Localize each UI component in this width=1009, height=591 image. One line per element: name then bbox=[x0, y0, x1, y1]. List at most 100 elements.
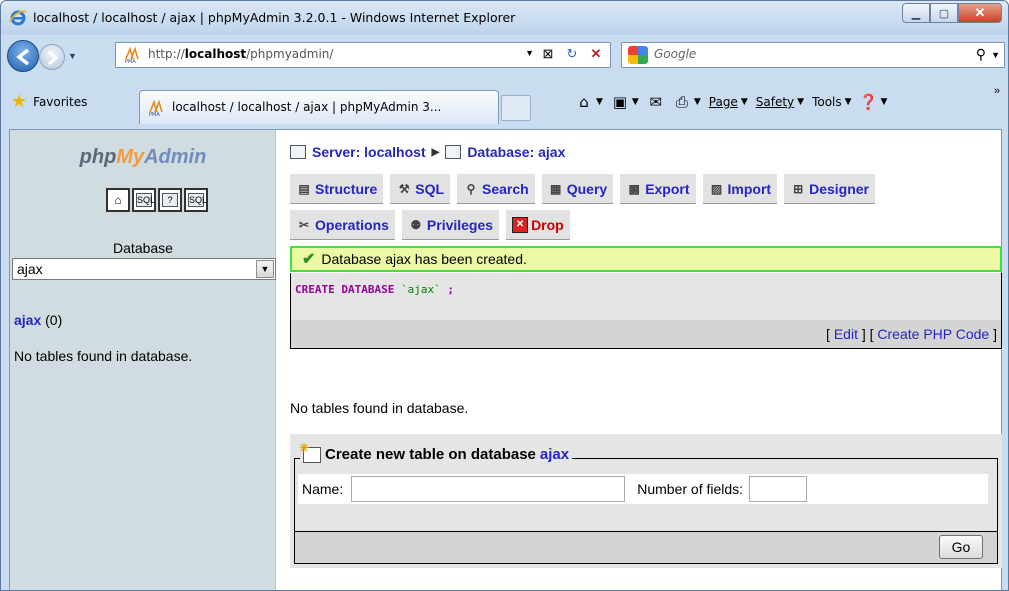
database-link[interactable]: ajax bbox=[14, 312, 41, 328]
back-button[interactable] bbox=[7, 40, 39, 72]
tabs-row-2: ✂ Operations ⚉ Privileges ✕ Drop bbox=[290, 210, 570, 240]
browser-tab[interactable]: PMA localhost / localhost / ajax | phpMy… bbox=[139, 90, 499, 124]
number-of-fields-input[interactable] bbox=[749, 476, 808, 502]
tab-title: localhost / localhost / ajax | phpMyAdmi… bbox=[172, 100, 442, 114]
tools-menu[interactable]: Tools ▼ bbox=[812, 95, 851, 109]
help-icon: ❓ bbox=[859, 93, 878, 111]
minimize-icon: ▁ bbox=[911, 7, 921, 20]
svg-text:PMA: PMA bbox=[149, 112, 160, 116]
maximize-icon: ▢ bbox=[938, 7, 950, 20]
favorites-bar: ★ Favorites PMA localhost / localhost / … bbox=[1, 85, 1008, 127]
command-bar: ⌂ ▼ ▣ ▼ ✉ ⎙ ▼ Page ▼ Safety ▼ Tools ▼ ❓ ▼ bbox=[575, 93, 887, 111]
close-window-button[interactable]: ✕ bbox=[958, 3, 1002, 23]
maximize-button[interactable]: ▢ bbox=[930, 3, 958, 23]
tab-operations[interactable]: ✂ Operations bbox=[290, 210, 395, 240]
tab-designer[interactable]: ⊞ Designer bbox=[784, 174, 876, 204]
designer-icon: ⊞ bbox=[793, 181, 804, 196]
name-label: Name: bbox=[302, 481, 344, 497]
title-bar: localhost / localhost / ajax | phpMyAdmi… bbox=[1, 1, 1008, 35]
address-bar[interactable]: PMA http://localhost/phpmyadmin/ ▼ ⊠ ↻ ✕ bbox=[115, 42, 611, 68]
phpmyadmin-favicon-icon: PMA bbox=[149, 100, 163, 116]
tab-query[interactable]: ▦ Query bbox=[541, 174, 614, 204]
export-icon: ▩ bbox=[628, 181, 640, 196]
print-button[interactable]: ⎙ ▼ bbox=[673, 93, 701, 111]
page-menu[interactable]: Page ▼ bbox=[709, 95, 748, 109]
search-box[interactable]: Google ⚲ ▼ bbox=[621, 42, 1005, 68]
query-icon: ▦ bbox=[550, 181, 562, 196]
star-icon: ★ bbox=[11, 91, 28, 112]
internet-explorer-icon bbox=[9, 10, 27, 26]
database-select[interactable]: ajax ▼ bbox=[12, 258, 276, 280]
table-count: (0) bbox=[45, 312, 63, 328]
table-name-input[interactable] bbox=[351, 476, 626, 502]
chevron-down-icon[interactable]: ▼ bbox=[256, 260, 274, 278]
left-navigation-frame: phpMyAdmin ⌂ SQL ? SQL Database ajax ▼ a… bbox=[10, 130, 276, 590]
refresh-icon[interactable]: ↻ bbox=[562, 46, 582, 64]
breadcrumb-database[interactable]: Database: ajax bbox=[467, 144, 565, 160]
page-content: phpMyAdmin ⌂ SQL ? SQL Database ajax ▼ a… bbox=[9, 129, 1002, 590]
rss-feed-icon: ▣ bbox=[612, 93, 628, 111]
notice-text: Database ajax has been created. bbox=[321, 251, 527, 267]
arrow-right-icon bbox=[48, 50, 59, 66]
database-label: Database bbox=[113, 240, 173, 256]
more-commands-chevron-icon[interactable]: » bbox=[994, 85, 1000, 97]
svg-text:PMA: PMA bbox=[125, 59, 136, 63]
checkmark-icon: ✔ bbox=[302, 251, 316, 268]
drop-icon: ✕ bbox=[512, 216, 529, 233]
home-button[interactable]: ⌂ ▼ bbox=[575, 93, 603, 111]
sql-links: [ Edit ] [ Create PHP Code ] bbox=[826, 326, 997, 342]
breadcrumb: Server: localhost ▶ Database: ajax bbox=[290, 144, 565, 160]
home-icon[interactable]: ⌂ bbox=[106, 188, 130, 212]
home-icon: ⌂ bbox=[579, 93, 589, 111]
breadcrumb-server[interactable]: Server: localhost bbox=[312, 144, 426, 160]
help-menu[interactable]: ❓ ▼ bbox=[859, 93, 887, 111]
tab-search[interactable]: ⚲ Search bbox=[457, 174, 535, 204]
tab-drop[interactable]: ✕ Drop bbox=[506, 210, 570, 240]
tab-export[interactable]: ▩ Export bbox=[620, 174, 696, 204]
success-notice: ✔ Database ajax has been created. bbox=[290, 246, 1002, 272]
tab-privileges[interactable]: ⚉ Privileges bbox=[401, 210, 500, 240]
new-tab-button[interactable] bbox=[501, 95, 531, 121]
create-table-panel: Create new table on database ajax Name: … bbox=[290, 434, 1002, 568]
database-icon bbox=[445, 145, 462, 159]
create-php-code-link[interactable]: Create PHP Code bbox=[877, 326, 989, 342]
printer-icon: ⎙ bbox=[675, 93, 688, 111]
tab-structure[interactable]: ▤ Structure bbox=[290, 174, 384, 204]
favorites-button[interactable]: ★ Favorites bbox=[11, 91, 87, 112]
phpmyadmin-favicon-icon: PMA bbox=[125, 47, 139, 63]
recent-pages-dropdown[interactable]: ▼ bbox=[68, 51, 77, 61]
server-icon bbox=[290, 145, 306, 159]
go-button[interactable]: Go bbox=[939, 535, 983, 559]
privileges-icon: ⚉ bbox=[410, 217, 422, 232]
database-select-value: ajax bbox=[17, 261, 43, 277]
minimize-button[interactable]: ▁ bbox=[902, 3, 930, 23]
import-icon: ▨ bbox=[710, 181, 723, 196]
address-row: ▼ PMA http://localhost/phpmyadmin/ ▼ ⊠ ↻… bbox=[1, 37, 1008, 75]
search-options-dropdown[interactable]: ▼ bbox=[991, 50, 1000, 60]
close-icon: ✕ bbox=[974, 5, 986, 20]
sql-docs-icon[interactable]: SQL bbox=[184, 188, 208, 212]
structure-icon: ▤ bbox=[298, 181, 310, 196]
url-dropdown[interactable]: ▼ bbox=[525, 48, 534, 58]
edit-link[interactable]: Edit bbox=[834, 326, 858, 342]
url-text[interactable]: http://localhost/phpmyadmin/ bbox=[148, 47, 333, 61]
search-icon: ⚲ bbox=[466, 181, 476, 196]
phpmyadmin-logo[interactable]: phpMyAdmin bbox=[10, 146, 276, 169]
compatibility-view-icon[interactable]: ⊠ bbox=[538, 46, 558, 64]
google-logo-icon bbox=[628, 46, 648, 64]
tab-sql[interactable]: ⚒ SQL bbox=[390, 174, 451, 204]
stop-icon[interactable]: ✕ bbox=[586, 46, 606, 64]
mail-button[interactable]: ✉ bbox=[647, 93, 665, 111]
feeds-button[interactable]: ▣ ▼ bbox=[611, 93, 639, 111]
tab-import[interactable]: ▨ Import bbox=[702, 174, 778, 204]
safety-menu[interactable]: Safety ▼ bbox=[756, 95, 804, 109]
forward-button[interactable] bbox=[39, 44, 65, 70]
search-icon[interactable]: ⚲ bbox=[976, 46, 986, 63]
help-icon[interactable]: ? bbox=[158, 188, 182, 212]
window-controls: ▁ ▢ ✕ bbox=[902, 3, 1002, 23]
sql-query-window-icon[interactable]: SQL bbox=[132, 188, 156, 212]
left-icon-toolbar: ⌂ SQL ? SQL bbox=[106, 188, 208, 212]
sql-query-text: CREATE DATABASE `ajax` ; bbox=[295, 283, 454, 296]
no-tables-message: No tables found in database. bbox=[290, 400, 469, 416]
search-input[interactable]: Google bbox=[654, 47, 696, 61]
